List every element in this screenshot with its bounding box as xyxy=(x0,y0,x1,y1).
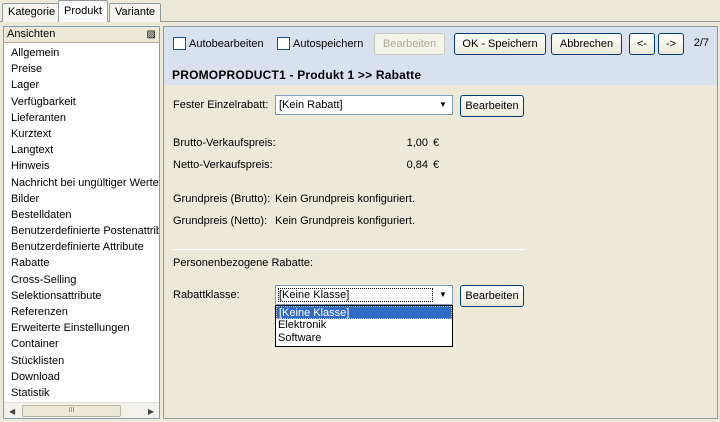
page-indicator: 2/7 xyxy=(693,37,709,49)
view-item-langtext[interactable]: Langtext xyxy=(11,142,159,158)
top-tabs: Kategorie Produkt Variante xyxy=(0,0,720,22)
view-item-lieferanten[interactable]: Lieferanten xyxy=(11,110,159,126)
grundpreis-netto-label: Grundpreis (Netto): xyxy=(173,215,268,227)
autospeichern-checkbox[interactable]: Autospeichern xyxy=(277,37,363,50)
autobearbeiten-checkbox[interactable]: Autobearbeiten xyxy=(173,37,264,50)
toolbar: Autobearbeiten Autospeichern Bearbeiten … xyxy=(164,27,717,85)
tab-kategorie[interactable]: Kategorie xyxy=(2,3,62,22)
rabattklasse-dropdown-list: [Keine Klasse] Elektronik Software xyxy=(275,305,453,347)
view-item-container[interactable]: Container xyxy=(11,336,159,352)
fester-einzelrabatt-label: Fester Einzelrabatt: xyxy=(173,99,269,111)
view-item-lager[interactable]: Lager xyxy=(11,77,159,93)
rabattklasse-label: Rabattklasse: xyxy=(173,289,240,301)
view-item-postenattribute[interactable]: Benutzerdefinierte Postenattribu xyxy=(11,223,159,239)
ok-speichern-button[interactable]: OK - Speichern xyxy=(454,33,546,55)
tab-variante[interactable]: Variante xyxy=(109,3,162,22)
grundpreis-brutto-value: Kein Grundpreis konfiguriert. xyxy=(275,193,416,205)
views-list: Allgemein Preise Lager Verfügbarkeit Lie… xyxy=(4,43,159,401)
tab-baseline xyxy=(0,21,720,22)
checkbox-box[interactable] xyxy=(277,37,290,50)
views-header: Ansichten ▨ xyxy=(4,27,159,43)
view-item-cross-selling[interactable]: Cross-Selling xyxy=(11,272,159,288)
scroll-right-icon[interactable]: ▶ xyxy=(148,407,154,416)
view-item-benutzerdef-attribute[interactable]: Benutzerdefinierte Attribute xyxy=(11,239,159,255)
fester-einzelrabatt-value: [Kein Rabatt] xyxy=(279,99,343,111)
brutto-value: 1,00 xyxy=(406,137,428,149)
scroll-left-icon[interactable]: ◀ xyxy=(9,407,15,416)
view-item-bestelldaten[interactable]: Bestelldaten xyxy=(11,207,159,223)
view-item-download[interactable]: Download xyxy=(11,369,159,385)
netto-currency: € xyxy=(433,159,440,171)
chevron-down-icon[interactable]: ▼ xyxy=(435,97,451,113)
view-item-kurztext[interactable]: Kurztext xyxy=(11,126,159,142)
previous-button[interactable]: <- xyxy=(629,33,655,55)
autospeichern-label: Autospeichern xyxy=(293,37,364,50)
views-title: Ansichten xyxy=(7,28,56,40)
horizontal-scrollbar[interactable]: ◀ III ▶ xyxy=(4,402,159,418)
pin-icon[interactable]: ▨ xyxy=(147,27,156,42)
netto-label: Netto-Verkaufspreis: xyxy=(173,159,273,171)
view-item-verfuegbarkeit[interactable]: Verfügbarkeit xyxy=(11,94,159,110)
view-item-selektionsattribute[interactable]: Selektionsattribute xyxy=(11,288,159,304)
dropdown-option[interactable]: [Keine Klasse] xyxy=(276,306,452,319)
netto-value: 0,84 xyxy=(406,159,428,171)
detail-panel: Autobearbeiten Autospeichern Bearbeiten … xyxy=(163,26,718,419)
dropdown-option[interactable]: Elektronik xyxy=(276,319,452,332)
view-item-statistik[interactable]: Statistik xyxy=(11,385,159,401)
abbrechen-button[interactable]: Abbrechen xyxy=(551,33,622,55)
view-item-preise[interactable]: Preise xyxy=(11,61,159,77)
checkbox-box[interactable] xyxy=(173,37,186,50)
view-item-allgemein[interactable]: Allgemein xyxy=(11,45,159,61)
personenbezogene-rabatte-label: Personenbezogene Rabatte: xyxy=(173,257,314,269)
brutto-currency: € xyxy=(433,137,440,149)
chevron-down-icon[interactable]: ▼ xyxy=(435,287,451,303)
view-item-hinweis[interactable]: Hinweis xyxy=(11,158,159,174)
views-panel: Ansichten ▨ Allgemein Preise Lager Verfü… xyxy=(3,26,160,419)
view-item-nachricht[interactable]: Nachricht bei ungültiger Werteko xyxy=(11,175,159,191)
page-title: PROMOPRODUCT1 - Produkt 1 >> Rabatte xyxy=(172,68,422,82)
klasse-bearbeiten-button[interactable]: Bearbeiten xyxy=(460,285,524,307)
autobearbeiten-label: Autobearbeiten xyxy=(189,37,264,50)
view-item-erweiterte-einstellungen[interactable]: Erweiterte Einstellungen xyxy=(11,320,159,336)
tab-produkt[interactable]: Produkt xyxy=(58,0,108,22)
bearbeiten-button[interactable]: Bearbeiten xyxy=(374,33,445,55)
scroll-thumb[interactable]: III xyxy=(22,405,121,417)
view-item-referenzen[interactable]: Referenzen xyxy=(11,304,159,320)
fester-einzelrabatt-select[interactable]: [Kein Rabatt] ▼ xyxy=(275,95,453,115)
next-button[interactable]: -> xyxy=(658,33,684,55)
dropdown-option[interactable]: Software xyxy=(276,332,452,345)
brutto-label: Brutto-Verkaufspreis: xyxy=(173,137,276,149)
separator xyxy=(173,249,525,250)
grundpreis-brutto-label: Grundpreis (Brutto): xyxy=(173,193,271,205)
grundpreis-netto-value: Kein Grundpreis konfiguriert. xyxy=(275,215,416,227)
rabattklasse-select[interactable]: [Keine Klasse] ▼ xyxy=(275,285,453,305)
view-item-stuecklisten[interactable]: Stücklisten xyxy=(11,353,159,369)
focus-ring xyxy=(278,288,433,302)
view-item-bilder[interactable]: Bilder xyxy=(11,191,159,207)
fester-bearbeiten-button[interactable]: Bearbeiten xyxy=(460,95,524,117)
view-item-rabatte[interactable]: Rabatte xyxy=(11,255,159,271)
